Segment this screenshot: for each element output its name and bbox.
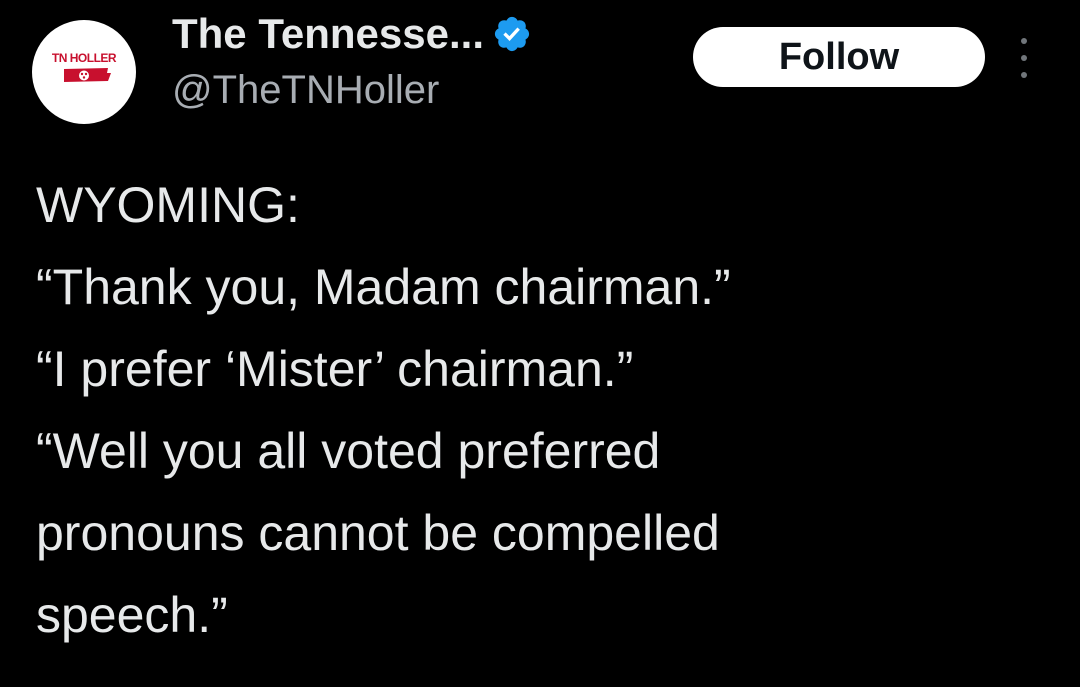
tweet-line: “I prefer ‘Mister’ chairman.” <box>36 341 634 397</box>
tweet-line: pronouns cannot be compelled <box>36 505 720 561</box>
display-name[interactable]: The Tennesse... <box>172 10 484 58</box>
user-handle[interactable]: @TheTNHoller <box>172 68 532 113</box>
ellipsis-dot <box>1021 55 1027 61</box>
verified-badge-icon <box>494 16 530 52</box>
tweet-line: WYOMING: <box>36 177 300 233</box>
tweet-line: “Thank you, Madam chairman.” <box>36 259 731 315</box>
tweet-line: “Well you all voted preferred <box>36 423 661 479</box>
tweet-text: WYOMING: “Thank you, Madam chairman.” “I… <box>36 164 1056 656</box>
vertical-ellipsis-icon[interactable] <box>1012 38 1036 78</box>
ellipsis-dot <box>1021 72 1027 78</box>
avatar[interactable]: TN HOLLER <box>32 20 136 124</box>
name-row: The Tennesse... <box>172 6 532 62</box>
follow-button[interactable]: Follow <box>693 27 985 87</box>
tennessee-state-icon <box>64 68 111 82</box>
ellipsis-dot <box>1021 38 1027 44</box>
author-info[interactable]: The Tennesse... @TheTNHoller <box>172 6 532 116</box>
tweet-line: speech.” <box>36 587 228 643</box>
tweet-header: TN HOLLER The Tennesse... @TheTNHoller F… <box>0 0 1080 140</box>
avatar-logo-text: TN HOLLER <box>51 51 117 65</box>
